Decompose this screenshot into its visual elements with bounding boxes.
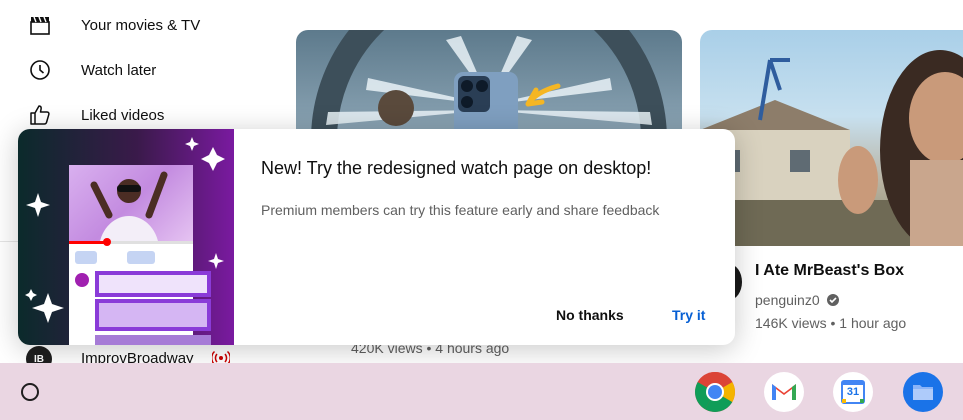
promo-subtitle: Premium members can try this feature ear… (261, 202, 660, 218)
thumbnail-artwork (700, 50, 963, 246)
sidebar-item-your-movies[interactable]: Your movies & TV (0, 5, 240, 45)
launcher-button[interactable] (8, 370, 52, 414)
sidebar-item-label: Your movies & TV (81, 16, 201, 34)
launcher-icon (21, 383, 39, 401)
files-icon[interactable] (902, 371, 944, 413)
video-meta: 146K views • 1 hour ago (755, 315, 907, 331)
calendar-day: 31 (846, 386, 860, 398)
video-channel[interactable]: penguinz0 (755, 292, 840, 308)
clock-icon (30, 60, 50, 80)
gmail-icon[interactable] (763, 371, 805, 413)
verified-check-icon (826, 294, 839, 306)
sidebar-item-watch-later[interactable]: Watch later (0, 50, 240, 90)
sparkle-icon (25, 137, 225, 323)
sidebar-item-label: Liked videos (81, 106, 165, 124)
promo-title: New! Try the redesigned watch page on de… (261, 158, 652, 178)
os-shelf: 31 (0, 363, 963, 420)
clapperboard-icon (30, 16, 50, 35)
channel-name: penguinz0 (755, 292, 820, 308)
promo-illustration (18, 129, 234, 345)
promo-dialog: New! Try the redesigned watch page on de… (18, 129, 735, 345)
app-window: Your movies & TV Watch later Liked video… (0, 0, 963, 420)
thumbs-up-icon (30, 105, 50, 125)
video-thumbnail-2[interactable] (700, 30, 963, 246)
video-title[interactable]: I Ate MrBeast's Box (755, 262, 904, 280)
calendar-icon[interactable]: 31 (832, 371, 874, 413)
no-thanks-button[interactable]: No thanks (538, 297, 642, 333)
sidebar-item-label: Watch later (81, 61, 157, 79)
chrome-icon[interactable] (694, 371, 736, 413)
try-it-button[interactable]: Try it (654, 297, 723, 333)
